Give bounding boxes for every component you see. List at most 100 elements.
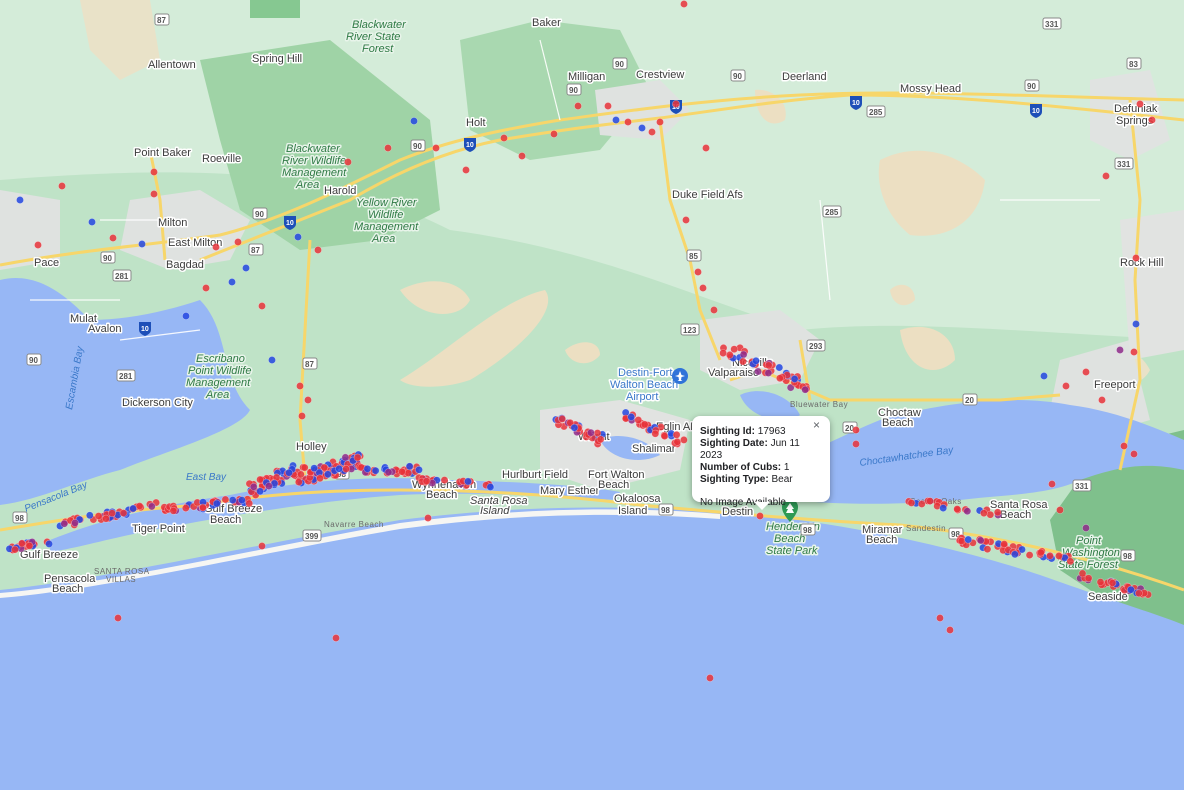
sighting-marker[interactable] [71,519,79,527]
sighting-marker[interactable] [852,426,860,434]
sighting-marker[interactable] [11,545,19,554]
sighting-marker[interactable] [1102,172,1110,180]
sighting-marker[interactable] [993,508,1002,517]
sighting-marker[interactable] [114,614,122,622]
sighting-marker[interactable] [725,350,734,359]
sighting-marker[interactable] [486,483,495,491]
sighting-markers[interactable] [0,0,1184,790]
sighting-marker[interactable] [907,498,916,507]
sighting-marker[interactable] [212,243,220,251]
sighting-marker[interactable] [634,416,643,424]
sighting-marker[interactable] [258,302,266,310]
sighting-marker[interactable] [680,0,688,8]
sighting-marker[interactable] [212,499,221,508]
sighting-marker[interactable] [1130,348,1138,356]
sighting-marker[interactable] [682,216,690,224]
sighting-marker[interactable] [422,477,431,486]
sighting-marker[interactable] [404,469,413,477]
sighting-marker[interactable] [342,464,350,473]
sighting-marker[interactable] [980,509,988,518]
sighting-marker[interactable] [17,539,26,548]
sighting-marker[interactable] [424,514,432,522]
sighting-marker[interactable] [304,396,312,404]
sighting-marker[interactable] [638,124,646,132]
sighting-marker[interactable] [294,478,303,486]
sighting-marker[interactable] [612,116,620,124]
sighting-marker[interactable] [790,374,799,383]
sighting-marker[interactable] [25,541,34,550]
sighting-marker[interactable] [147,502,156,511]
sighting-marker[interactable] [976,536,985,545]
sighting-marker[interactable] [34,241,42,249]
sighting-marker[interactable] [1132,320,1140,328]
sighting-marker[interactable] [256,487,264,496]
sighting-marker[interactable] [574,102,582,110]
sighting-marker[interactable] [604,102,612,110]
sighting-marker[interactable] [202,284,210,292]
sighting-marker[interactable] [344,158,352,166]
sighting-marker[interactable] [648,128,656,136]
sighting-marker[interactable] [371,466,380,475]
sighting-marker[interactable] [237,496,246,504]
sighting-marker[interactable] [264,482,273,490]
sighting-marker[interactable] [1082,368,1090,376]
sighting-marker[interactable] [640,420,649,429]
sighting-marker[interactable] [1040,372,1048,380]
sighting-marker[interactable] [1048,480,1056,488]
sighting-marker[interactable] [1127,585,1135,594]
sighting-marker[interactable] [16,196,24,204]
sighting-marker[interactable] [1116,346,1124,354]
sighting-marker[interactable] [983,545,992,554]
sighting-marker[interactable] [518,152,526,160]
sighting-marker[interactable] [672,430,681,439]
sighting-marker[interactable] [234,238,242,246]
sighting-marker[interactable] [936,614,944,622]
sighting-marker[interactable] [405,462,414,471]
sighting-marker[interactable] [1082,524,1090,532]
sighting-marker[interactable] [462,166,470,174]
sighting-marker[interactable] [94,512,103,520]
sighting-marker[interactable] [946,626,954,634]
sighting-marker[interactable] [957,537,966,545]
sighting-marker[interactable] [1096,578,1105,586]
sighting-info-window[interactable]: × Sighting Id: 17963 Sighting Date: Jun … [692,416,830,510]
sighting-marker[interactable] [150,168,158,176]
sighting-marker[interactable] [752,356,760,365]
sighting-marker[interactable] [1108,579,1117,587]
sighting-marker[interactable] [699,284,707,292]
sighting-marker[interactable] [656,118,664,126]
sighting-marker[interactable] [926,497,934,505]
sighting-marker[interactable] [1120,442,1128,450]
sighting-marker[interactable] [228,278,236,286]
sighting-marker[interactable] [135,502,144,510]
sighting-marker[interactable] [1062,382,1070,390]
sighting-marker[interactable] [150,190,158,198]
sighting-marker[interactable] [108,509,116,518]
sighting-marker[interactable] [249,482,258,491]
sighting-marker[interactable] [500,134,508,142]
sighting-marker[interactable] [310,464,319,473]
sighting-marker[interactable] [464,477,472,486]
map-canvas[interactable]: Baker Allentown Spring Hill Milligan Cre… [0,0,1184,790]
sighting-marker[interactable] [739,357,747,366]
sighting-marker[interactable] [363,464,372,473]
sighting-marker[interactable] [60,519,69,528]
sighting-marker[interactable] [228,496,237,504]
sighting-marker[interactable] [58,182,66,190]
sighting-marker[interactable] [384,468,393,477]
sighting-marker[interactable] [673,437,682,446]
sighting-marker[interactable] [953,505,962,513]
sighting-marker[interactable] [963,507,972,516]
sighting-marker[interactable] [739,350,748,359]
sighting-marker[interactable] [335,464,343,473]
sighting-marker[interactable] [706,674,714,682]
sighting-marker[interactable] [1136,100,1144,108]
sighting-marker[interactable] [102,514,110,523]
sighting-marker[interactable] [384,144,392,152]
sighting-marker[interactable] [182,312,190,320]
sighting-marker[interactable] [1130,450,1138,458]
sighting-marker[interactable] [221,495,230,504]
sighting-marker[interactable] [85,511,94,520]
sighting-marker[interactable] [1132,254,1140,262]
sighting-marker[interactable] [181,504,190,512]
